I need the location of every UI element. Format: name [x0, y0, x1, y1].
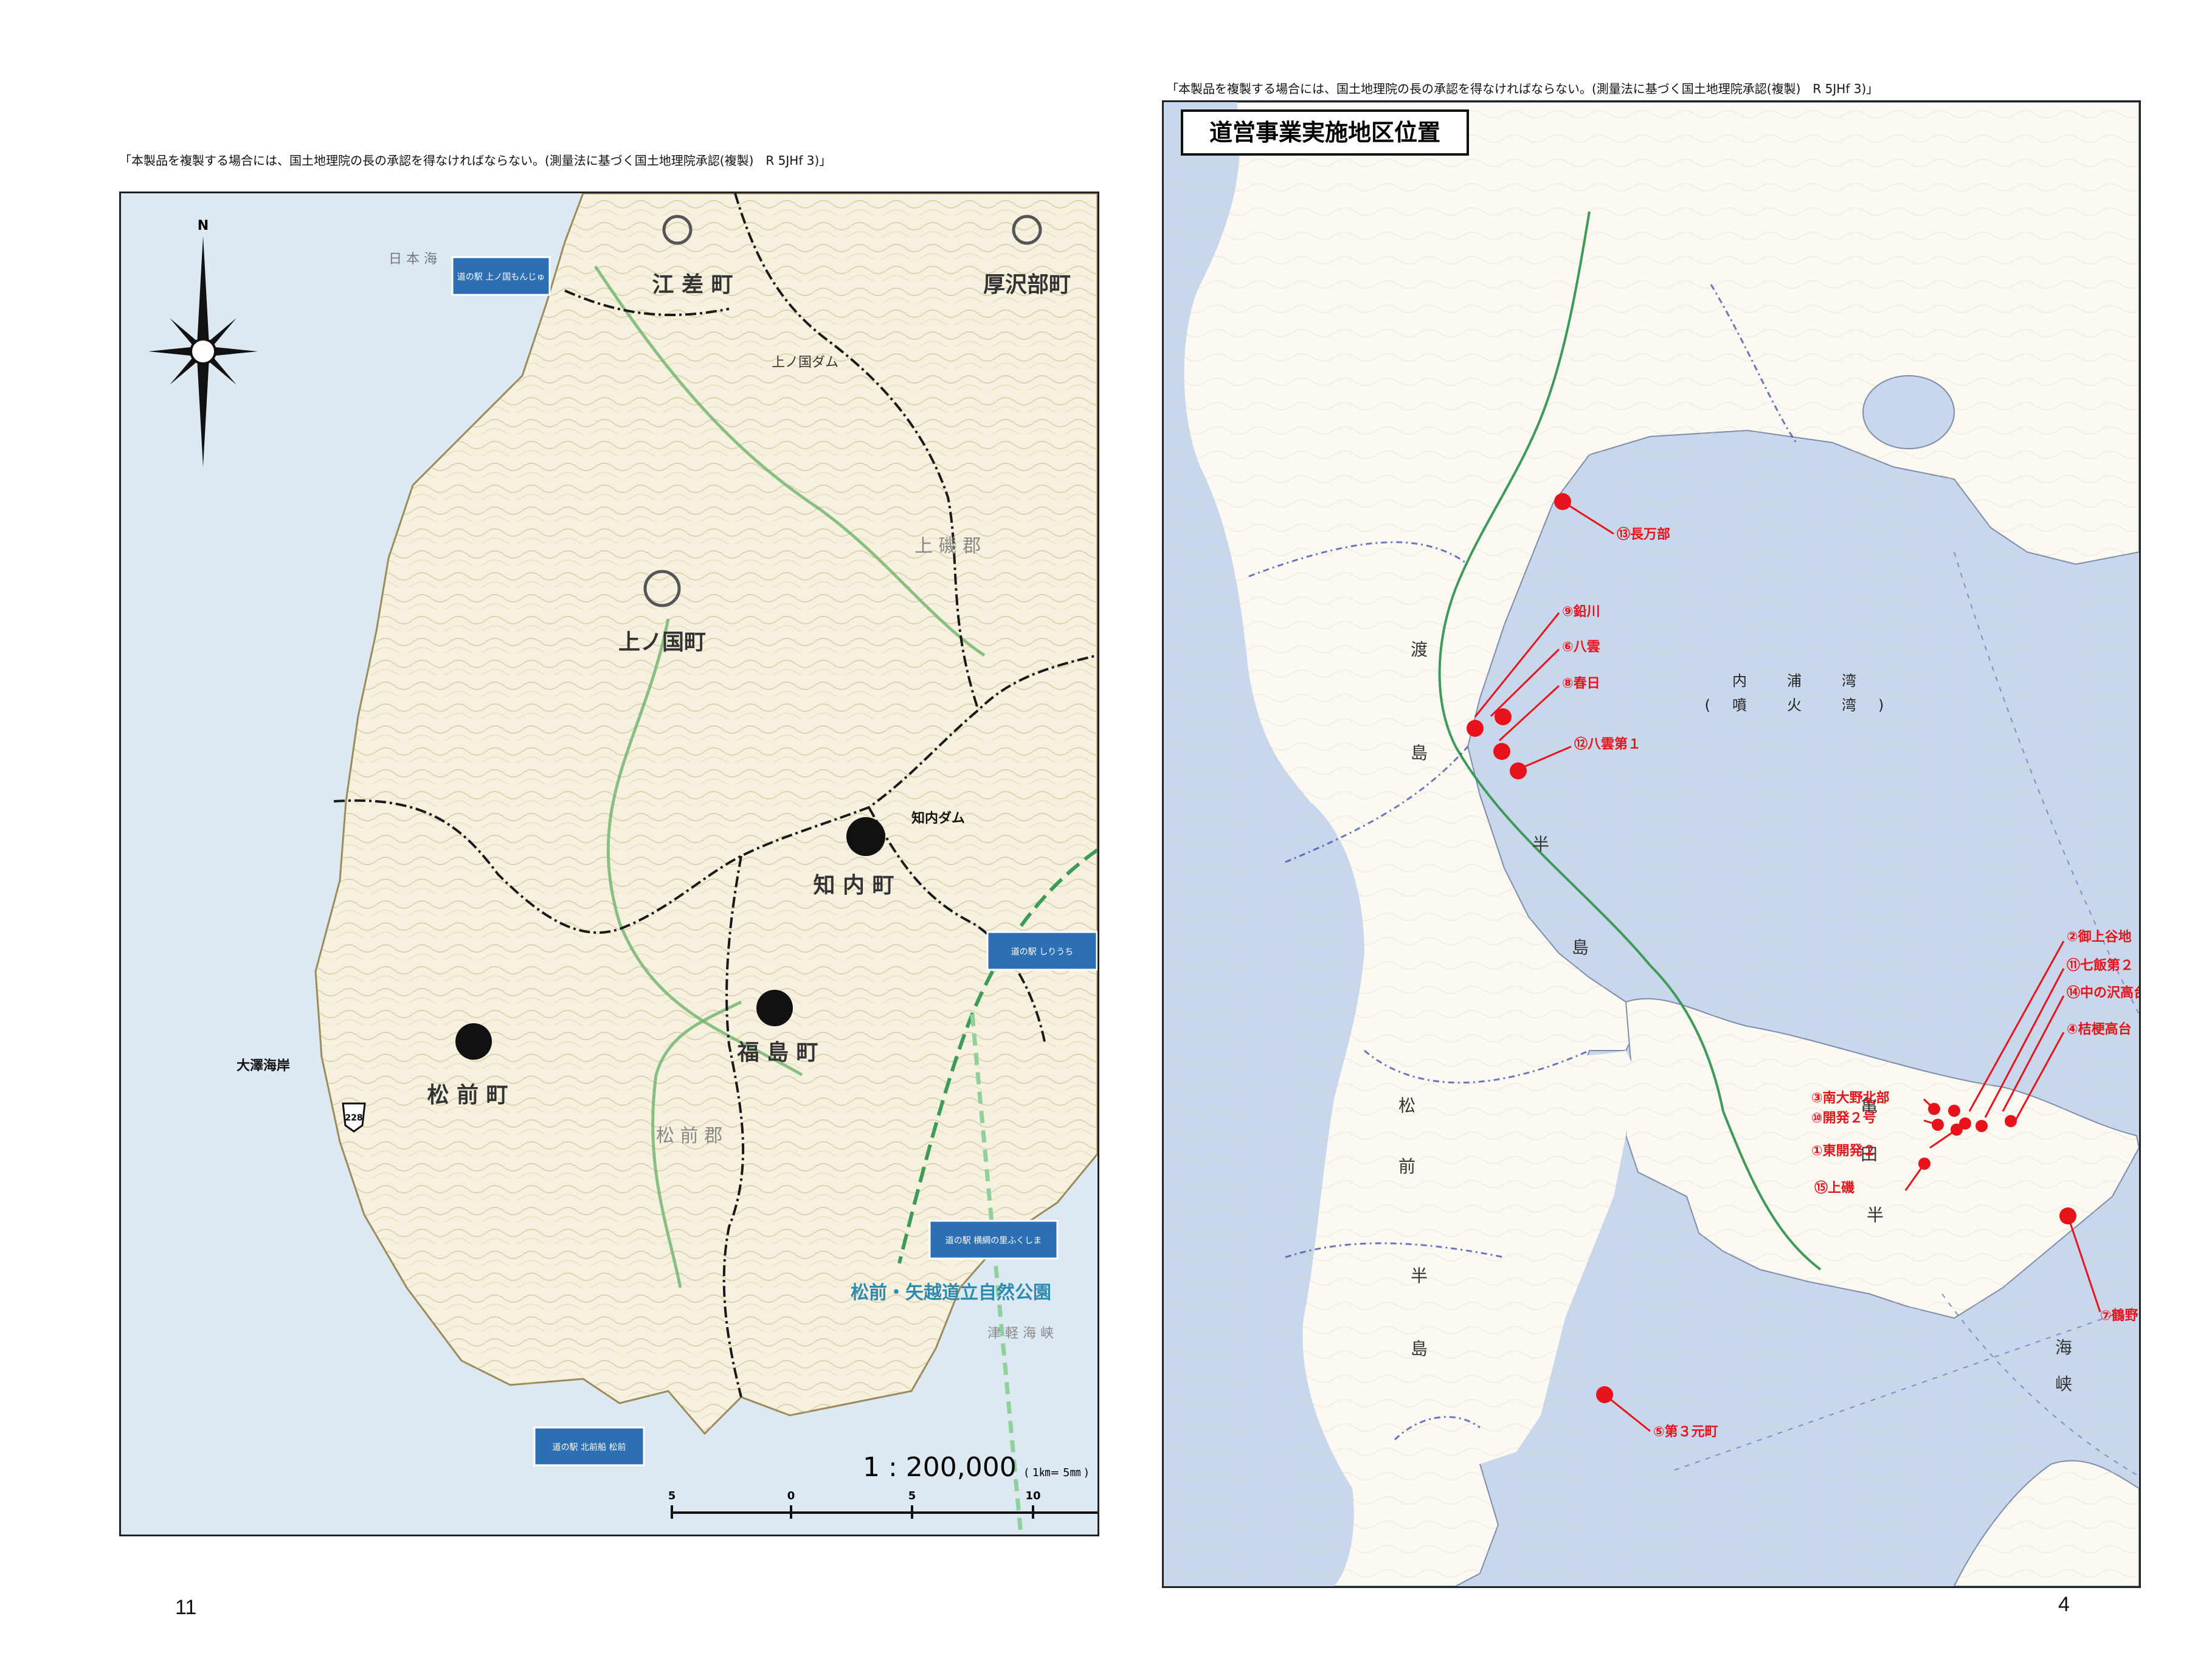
site-label: ⑥八雲 [1562, 640, 1600, 655]
peninsula-matsumae-char: 松 [1398, 1096, 1415, 1116]
peninsula-oshima-char: 島 [1411, 743, 1428, 763]
town-label-matsumae: 松 前 町 [427, 1083, 508, 1108]
site-label: ①東開発２ [1811, 1144, 1876, 1159]
town-label-assabu: 厚沢部町 [983, 272, 1071, 297]
svg-text:道の駅 上ノ国もんじゅ: 道の駅 上ノ国もんじゅ [457, 272, 545, 282]
svg-text:10: 10 [1025, 1490, 1040, 1502]
site-marker [1948, 1105, 1960, 1117]
site-marker [1928, 1103, 1940, 1115]
label-district-kamiiso: 上 磯 郡 [914, 536, 981, 557]
site-marker [1596, 1386, 1613, 1403]
site-label: ⑨鉛川 [1562, 604, 1600, 620]
site-label: ⑪七飯第２ [2067, 958, 2134, 973]
bay-label: 内 浦 湾 [1732, 672, 1860, 689]
site-marker [1951, 1124, 1963, 1136]
site-marker [1467, 720, 1484, 737]
site-marker [2059, 1207, 2076, 1224]
left-map: N 江 差 町 厚沢部町 上ノ国町 知 内 町 福 島 町 松 前 町 上ノ国ダ… [119, 192, 1099, 1536]
site-marker [1918, 1158, 1930, 1170]
map-title-box: 道営事業実施地区位置 [1181, 109, 1469, 156]
label-district-matsumae: 松 前 郡 [656, 1125, 722, 1147]
copyright-notice-right: 「本製品を複製する場合には、国土地理院の長の承認を得なければならない。(測量法に… [1166, 81, 1879, 96]
strait-char: 海 [2055, 1338, 2072, 1358]
svg-text:228: 228 [345, 1113, 362, 1123]
label-sea-japan: 日 本 海 [389, 252, 437, 267]
town-label-fukushima: 福 島 町 [736, 1040, 818, 1065]
peninsula-oshima-char: 島 [1572, 937, 1589, 958]
site-marker [1495, 708, 1512, 725]
label-coast: 大澤海岸 [237, 1058, 290, 1074]
label-dam-kaminokuni: 上ノ国ダム [772, 355, 838, 370]
svg-text:5: 5 [908, 1490, 916, 1502]
site-marker [1975, 1120, 1988, 1132]
svg-text:0: 0 [787, 1490, 795, 1502]
roadside-station-sign: 道の駅 上ノ国もんじゅ [451, 256, 551, 296]
svg-text:( 1㎞= 5㎜ ): ( 1㎞= 5㎜ ) [1025, 1466, 1088, 1479]
site-label: ③南大野北部 [1811, 1090, 1890, 1106]
site-label: ⑬長万部 [1617, 527, 1670, 542]
town-label-shiriuchi: 知 内 町 [813, 873, 894, 898]
peninsula-kameda-char: 半 [1867, 1205, 1884, 1225]
page-number-left: 11 [175, 1596, 197, 1619]
svg-text:1 : 200,000: 1 : 200,000 [863, 1452, 1017, 1483]
site-marker [1554, 493, 1571, 510]
matsumae-emblem-icon [455, 1023, 492, 1060]
town-label-kaminokuni: 上ノ国町 [618, 630, 706, 655]
copyright-notice-left: 「本製品を複製する場合には、国土地理院の長の承認を得なければならない。(測量法に… [119, 153, 832, 168]
peninsula-matsumae-char: 前 [1398, 1156, 1415, 1176]
peninsula-oshima-char: 渡 [1411, 640, 1428, 660]
svg-text:道の駅 北前船 松前: 道の駅 北前船 松前 [553, 1442, 626, 1452]
label-dam-shiriuchi: 知内ダム [911, 810, 965, 826]
site-label: ⑫八雲第１ [1574, 736, 1641, 752]
site-label: ⑭中の沢高台２号線 [2067, 985, 2139, 1001]
site-label: ⑤第３元町 [1653, 1424, 1718, 1440]
roadside-station-sign: 道の駅 横綱の里ふくしま [928, 1220, 1059, 1260]
site-marker [2005, 1115, 2017, 1127]
site-label: ⑮上磯 [1814, 1180, 1854, 1196]
site-marker [1493, 743, 1510, 760]
label-natural-park: 松前・矢越道立自然公園 [851, 1282, 1051, 1303]
svg-text:5: 5 [668, 1490, 676, 1502]
label-strait: 津 軽 海 峡 [987, 1326, 1054, 1341]
roadside-station-sign: 道の駅 しりうち [986, 931, 1097, 971]
map-title: 道営事業実施地区位置 [1209, 119, 1440, 146]
site-label: ⑦鶴野 [2100, 1308, 2138, 1324]
site-label: ⑧春日 [1562, 676, 1600, 691]
peninsula-matsumae-char: 半 [1411, 1266, 1428, 1286]
page-number-right: 4 [2058, 1593, 2070, 1616]
site-marker [1510, 762, 1527, 779]
roadside-station-sign: 道の駅 北前船 松前 [533, 1426, 645, 1466]
site-marker [1932, 1119, 1944, 1131]
svg-text:道の駅 しりうち: 道の駅 しりうち [1011, 947, 1073, 957]
svg-text:道の駅 横綱の里ふくしま: 道の駅 横綱の里ふくしま [945, 1236, 1042, 1246]
site-label: ④桔梗高台 [2067, 1021, 2132, 1037]
strait-char: 峡 [2055, 1374, 2072, 1394]
fukushima-emblem-icon [756, 990, 793, 1026]
peninsula-matsumae-char: 島 [1411, 1339, 1428, 1359]
bay-sub-label: ( 噴 火 湾 ) [1705, 697, 1888, 714]
site-label: ②御上谷地 [2067, 929, 2132, 945]
site-label: ⑩開発２号 [1811, 1111, 1876, 1126]
right-map: 道営事業実施地区位置 内 浦 湾 ( 噴 火 湾 ) 渡 島 半 島 松 前 半… [1162, 100, 2141, 1588]
shiriuchi-emblem-icon [846, 817, 885, 856]
compass-north-label: N [198, 218, 209, 233]
town-label-esashi: 江 差 町 [652, 272, 733, 297]
peninsula-oshima-char: 半 [1532, 834, 1549, 854]
